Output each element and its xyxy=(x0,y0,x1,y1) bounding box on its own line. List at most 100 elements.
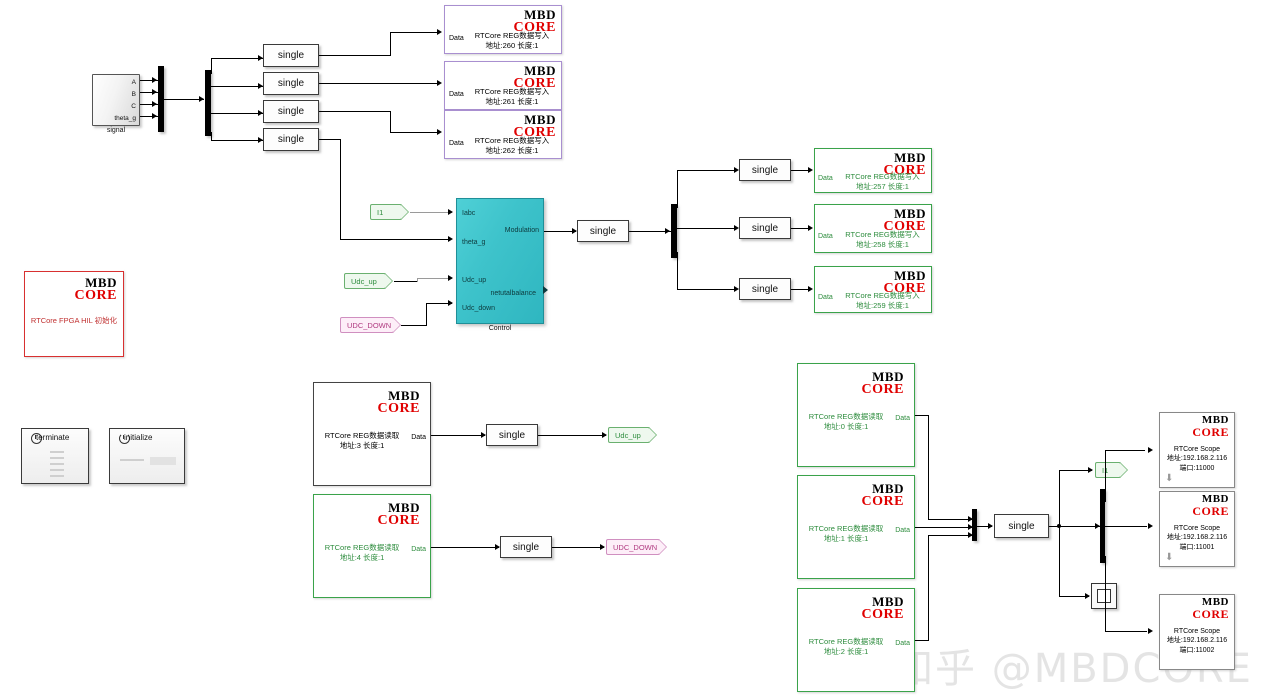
scope-screen xyxy=(1097,589,1111,603)
demux-block-2[interactable] xyxy=(671,204,677,258)
write-block-261[interactable]: MBD CORE RTCore REG数据写入 地址:261 长度:1 Data xyxy=(444,61,562,110)
write-260-text: RTCore REG数据写入 地址:260 长度:1 xyxy=(474,31,550,51)
tag-nib-inner xyxy=(384,274,392,288)
control-input-udcdown: Udc_down xyxy=(462,305,496,312)
goto-tag-udc-up[interactable]: Udc_up xyxy=(608,427,657,443)
read-3-text: RTCore REG数据读取 地址:3 长度:1 xyxy=(324,431,400,451)
wire-s1-c xyxy=(390,32,440,33)
tag-nib-inner xyxy=(658,540,666,554)
single-convert-5[interactable]: single xyxy=(577,220,629,242)
wire-s3-a xyxy=(319,111,391,112)
download-arrow-icon: ⬇ xyxy=(1165,473,1174,484)
write-261-data-port: Data xyxy=(449,91,464,98)
wire-junc-down xyxy=(1059,526,1060,596)
download-arrow-icon: ⬇ xyxy=(1165,552,1174,563)
fpga-hil-init-text: RTCore FPGA HIL 初始化 xyxy=(30,316,118,325)
control-block[interactable]: Iabc theta_g Udc_up Udc_down Modulation … xyxy=(456,198,544,324)
from-tag-udc-up[interactable]: Udc_up xyxy=(344,273,393,289)
initialize-function-block[interactable]: initialize xyxy=(109,428,185,484)
wire-udcdown-b xyxy=(426,303,427,326)
wire-s1-b xyxy=(390,32,391,56)
control-output-modulation: Modulation xyxy=(504,227,539,234)
arrow-write260 xyxy=(437,28,442,35)
mbd-core-logo: MBD CORE xyxy=(377,388,420,416)
read-1-text: RTCore REG数据读取 地址:1 长度:1 xyxy=(808,524,884,544)
wire-r0-c xyxy=(928,519,972,520)
write-block-262[interactable]: MBD CORE RTCore REG数据写入 地址:262 长度:1 Data xyxy=(444,110,562,159)
read-block-3[interactable]: MBD CORE RTCore REG数据读取 地址:3 长度:1 Data xyxy=(313,382,431,486)
goto-tag-udc-down[interactable]: UDC_DOWN xyxy=(606,539,667,555)
wire-demux-o4v xyxy=(211,132,212,141)
single-convert-1[interactable]: single xyxy=(263,44,319,67)
write-block-258[interactable]: MBD CORE RTCore REG数据写入 地址:258 长度:1 Data xyxy=(814,204,932,253)
read-block-0[interactable]: MBD CORE RTCore REG数据读取 地址:0 长度:1 Data xyxy=(797,363,915,467)
wire-udcdown-a xyxy=(401,325,427,326)
rtcore-scope-0[interactable]: MBD CORE RTCore Scope 地址:192.168.2.116 端… xyxy=(1159,412,1235,488)
wire-r3-out xyxy=(431,435,485,436)
wire-r0-a xyxy=(915,415,929,416)
mux-block-3[interactable] xyxy=(972,509,977,541)
control-block-label: Control xyxy=(488,325,512,332)
write-257-text: RTCore REG数据写入 地址:257 长度:1 xyxy=(845,172,920,192)
single-convert-2[interactable]: single xyxy=(263,72,319,95)
single-convert-6[interactable]: single xyxy=(739,159,791,181)
single-convert-9[interactable]: single xyxy=(486,424,538,446)
wire-d2-o3v xyxy=(677,252,678,289)
from-tag-iabc[interactable]: I1 xyxy=(370,204,409,220)
write-259-data-port: Data xyxy=(818,294,833,301)
wire-demux-o2 xyxy=(211,86,263,87)
read-block-2[interactable]: MBD CORE RTCore REG数据读取 地址:2 长度:1 Data xyxy=(797,588,915,692)
write-block-259[interactable]: MBD CORE RTCore REG数据写入 地址:259 长度:1 Data xyxy=(814,266,932,313)
tag-nib-inner xyxy=(400,205,408,219)
initialize-line-2 xyxy=(150,457,176,465)
single-convert-8[interactable]: single xyxy=(739,278,791,300)
read-0-data-port: Data xyxy=(895,415,910,422)
write-block-260[interactable]: MBD CORE RTCore REG数据写入 地址:260 长度:1 Data xyxy=(444,5,562,54)
source-port-theta: theta_g xyxy=(114,115,136,122)
wire-r2-b xyxy=(928,535,929,641)
single-convert-7[interactable]: single xyxy=(739,217,791,239)
terminate-line-1 xyxy=(50,451,64,453)
read-block-4[interactable]: MBD CORE RTCore REG数据读取 地址:4 长度:1 Data xyxy=(313,494,431,598)
single-convert-11[interactable]: single xyxy=(994,514,1049,538)
mbd-core-logo: MBD CORE xyxy=(1192,596,1229,621)
initialize-label: initialize xyxy=(124,433,153,442)
read-block-1[interactable]: MBD CORE RTCore REG数据读取 地址:1 长度:1 Data xyxy=(797,475,915,579)
terminate-function-block[interactable]: terminate xyxy=(21,428,89,484)
single-convert-4[interactable]: single xyxy=(263,128,319,151)
arrow-demux2 xyxy=(665,227,670,234)
wire-d4-o1h xyxy=(1105,450,1145,451)
wire-r2-c xyxy=(928,535,972,536)
terminate-line-3 xyxy=(50,463,64,465)
terminate-line-5 xyxy=(50,475,64,477)
wire-d2-o2h xyxy=(677,228,737,229)
arrow-write258 xyxy=(808,224,813,231)
wire-d4-o1v xyxy=(1105,450,1106,502)
rtcore-scope-2[interactable]: MBD CORE RTCore Scope 地址:192.168.2.116 端… xyxy=(1159,594,1235,670)
control-output-neutral: netutalbalance xyxy=(490,290,536,297)
write-block-257[interactable]: MBD CORE RTCore REG数据写入 地址:257 长度:1 Data xyxy=(814,148,932,193)
arrow-control-iabc xyxy=(448,208,453,215)
from-tag-udc-down[interactable]: UDC_DOWN xyxy=(340,317,401,333)
goto-tag-feedback[interactable]: I1 xyxy=(1095,462,1128,478)
single-convert-10[interactable]: single xyxy=(500,536,552,558)
demux-block-1[interactable] xyxy=(205,70,211,136)
rtcore-scope-1-text: RTCore Scope 地址:192.168.2.116 端口:11001 xyxy=(1166,525,1228,551)
wire-d2-o1v xyxy=(677,170,678,208)
arrow-control-theta xyxy=(448,235,453,242)
fpga-hil-init-block[interactable]: MBD CORE RTCore FPGA HIL 初始化 xyxy=(24,271,124,357)
arrow-single11 xyxy=(988,522,993,529)
wire-s3-b xyxy=(390,111,391,132)
terminate-line-2 xyxy=(50,457,64,459)
scope-viewer-block[interactable] xyxy=(1091,583,1117,609)
arrow-scope-icon xyxy=(1085,592,1090,599)
arrow-goto-udcdown xyxy=(600,543,605,550)
source-port-c: C xyxy=(131,103,136,110)
signal-source-block[interactable]: A B C theta_g xyxy=(92,74,140,126)
write-261-text: RTCore REG数据写入 地址:261 长度:1 xyxy=(474,87,550,107)
arrow-mux1-in3 xyxy=(152,100,157,107)
single-convert-3[interactable]: single xyxy=(263,100,319,123)
rtcore-scope-1[interactable]: MBD CORE RTCore Scope 地址:192.168.2.116 端… xyxy=(1159,491,1235,567)
mbd-core-logo: MBD CORE xyxy=(1192,414,1229,439)
arrow-write257 xyxy=(808,166,813,173)
